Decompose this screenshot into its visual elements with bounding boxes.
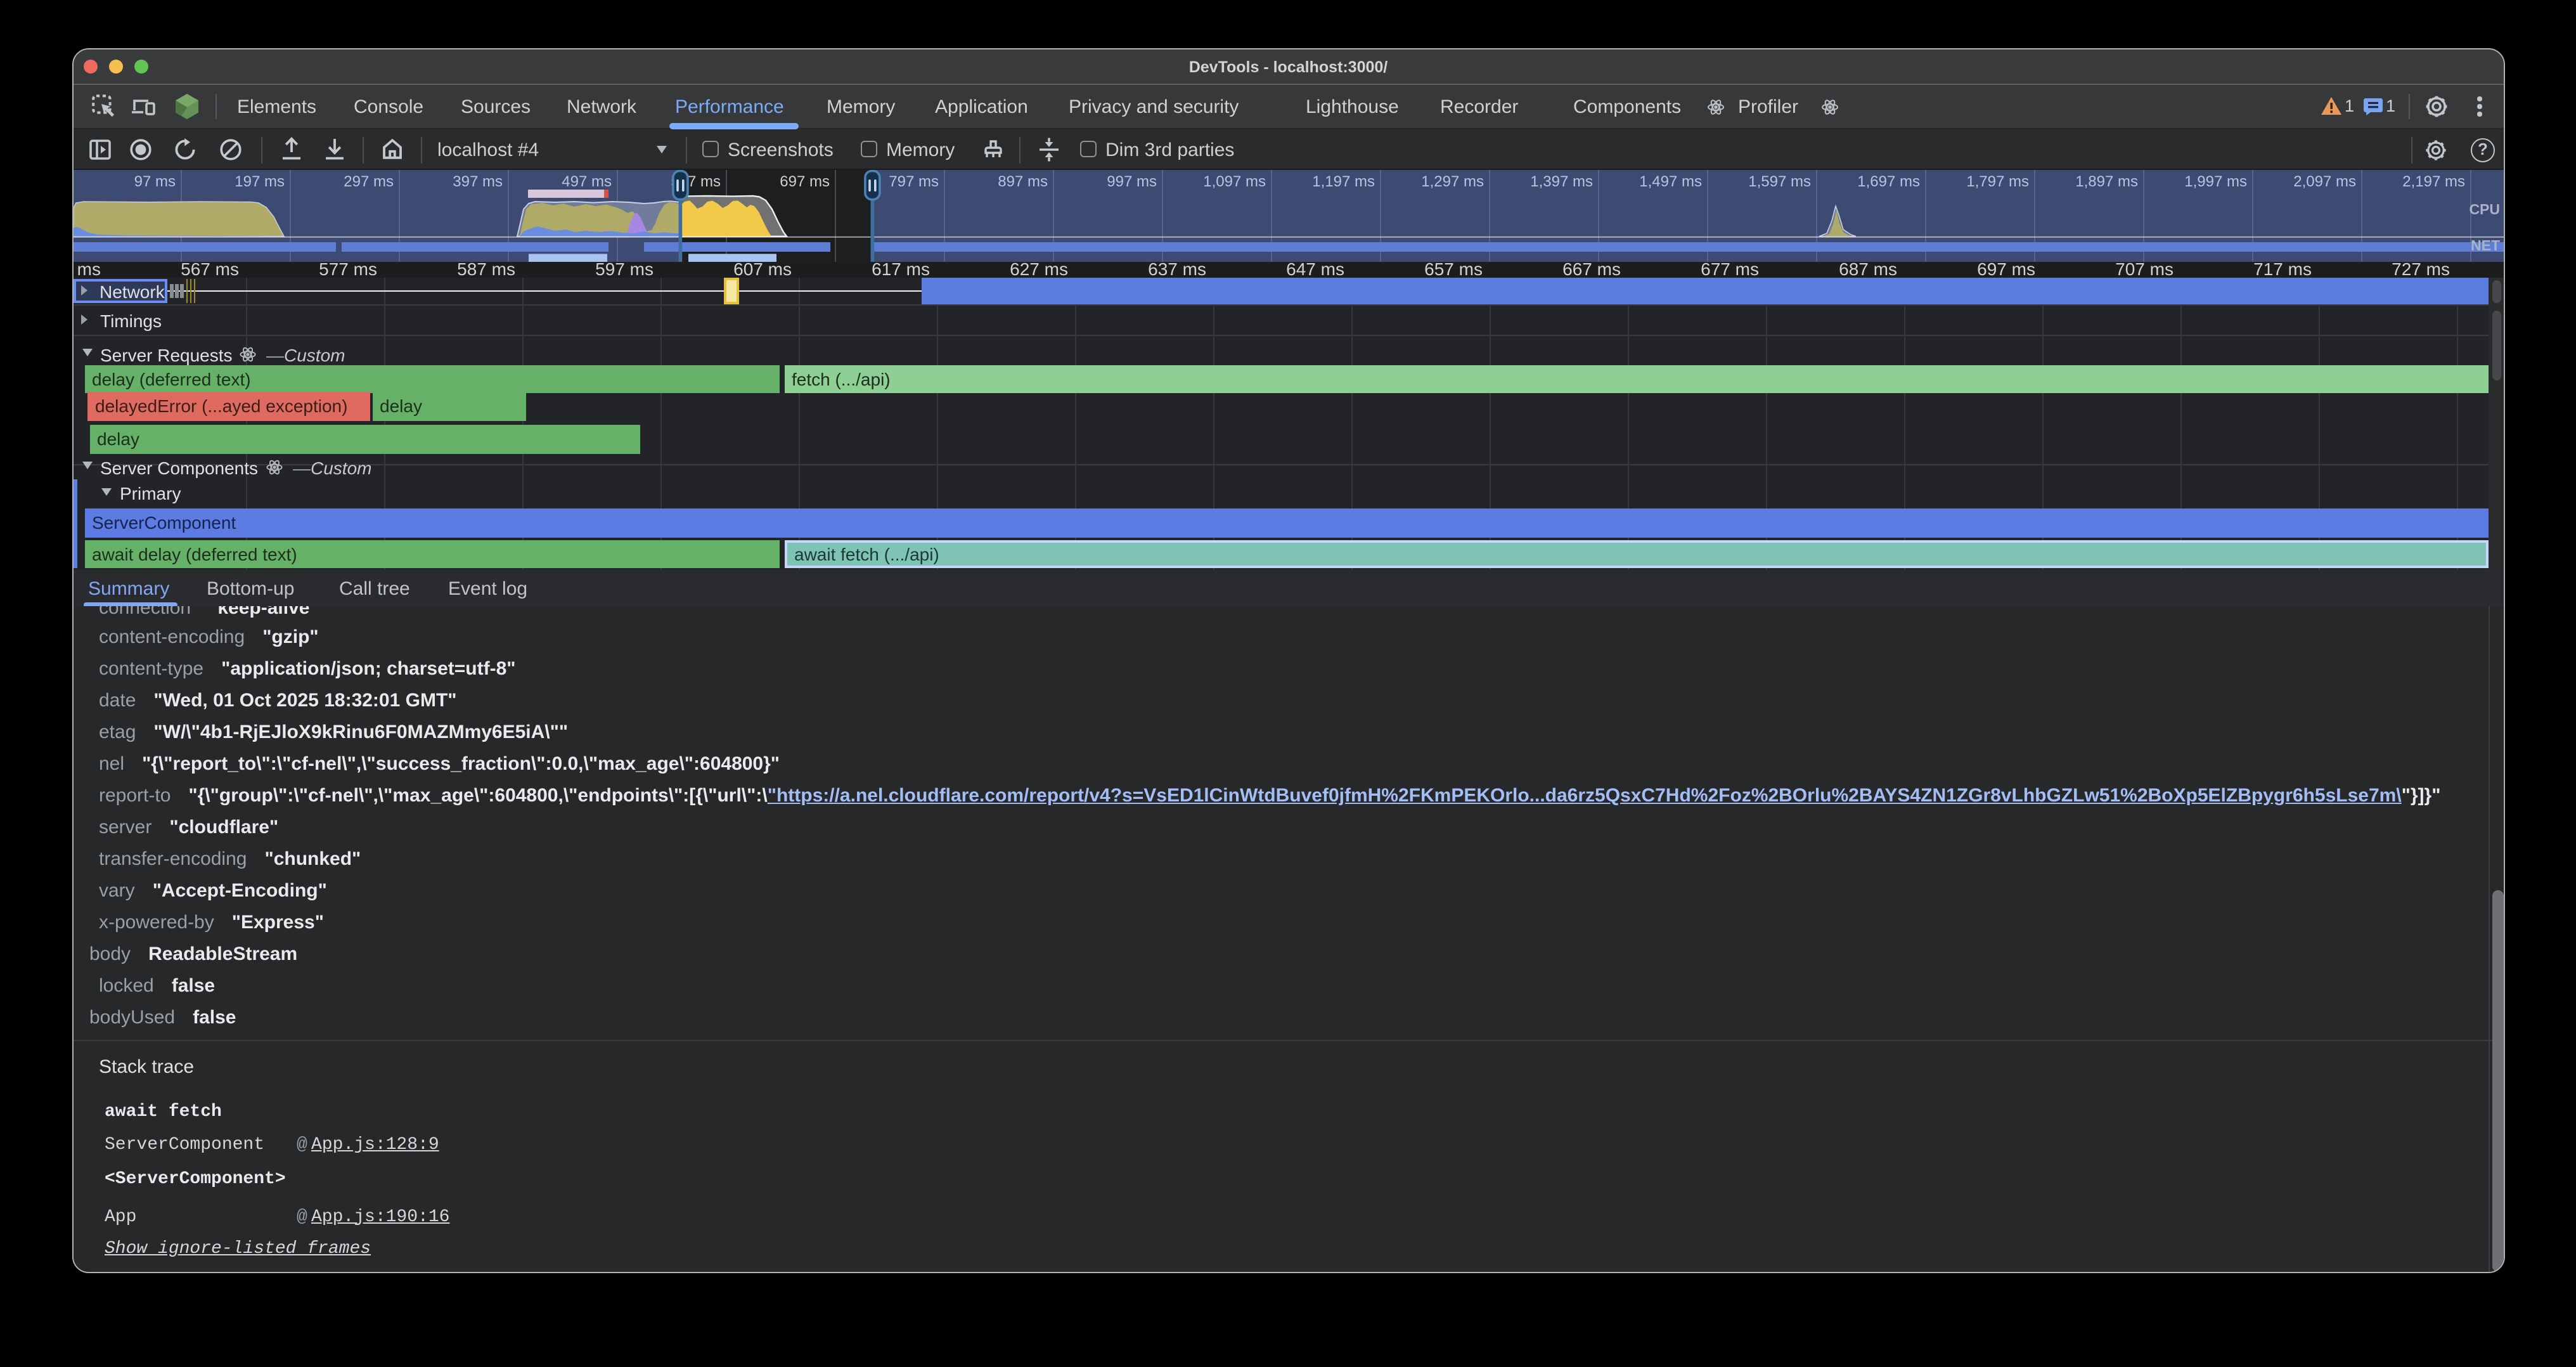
svg-text:1,597 ms: 1,597 ms (1748, 173, 1811, 190)
svg-text:2,197 ms: 2,197 ms (2402, 173, 2465, 190)
svg-text:NET: NET (2471, 237, 2500, 254)
svg-text:2,097 ms: 2,097 ms (2293, 173, 2356, 190)
svg-text:1,197 ms: 1,197 ms (1312, 173, 1375, 190)
svg-text:897 ms: 897 ms (998, 173, 1048, 190)
svg-text:1,097 ms: 1,097 ms (1203, 173, 1266, 190)
svg-text:1,497 ms: 1,497 ms (1639, 173, 1702, 190)
svg-text:297 ms: 297 ms (344, 173, 394, 190)
svg-text:497 ms: 497 ms (562, 173, 612, 190)
svg-text:1,297 ms: 1,297 ms (1421, 173, 1484, 190)
svg-text:1,397 ms: 1,397 ms (1530, 173, 1593, 190)
svg-text:397 ms: 397 ms (453, 173, 503, 190)
svg-text:97 ms: 97 ms (134, 173, 176, 190)
svg-text:997 ms: 997 ms (1107, 173, 1157, 190)
svg-text:797 ms: 797 ms (889, 173, 939, 190)
svg-text:CPU: CPU (2469, 201, 2500, 217)
svg-text:697 ms: 697 ms (780, 173, 830, 190)
svg-text:1,697 ms: 1,697 ms (1857, 173, 1920, 190)
svg-text:197 ms: 197 ms (235, 173, 285, 190)
svg-text:1,997 ms: 1,997 ms (2184, 173, 2247, 190)
svg-text:1,797 ms: 1,797 ms (1966, 173, 2029, 190)
svg-text:1,897 ms: 1,897 ms (2075, 173, 2138, 190)
